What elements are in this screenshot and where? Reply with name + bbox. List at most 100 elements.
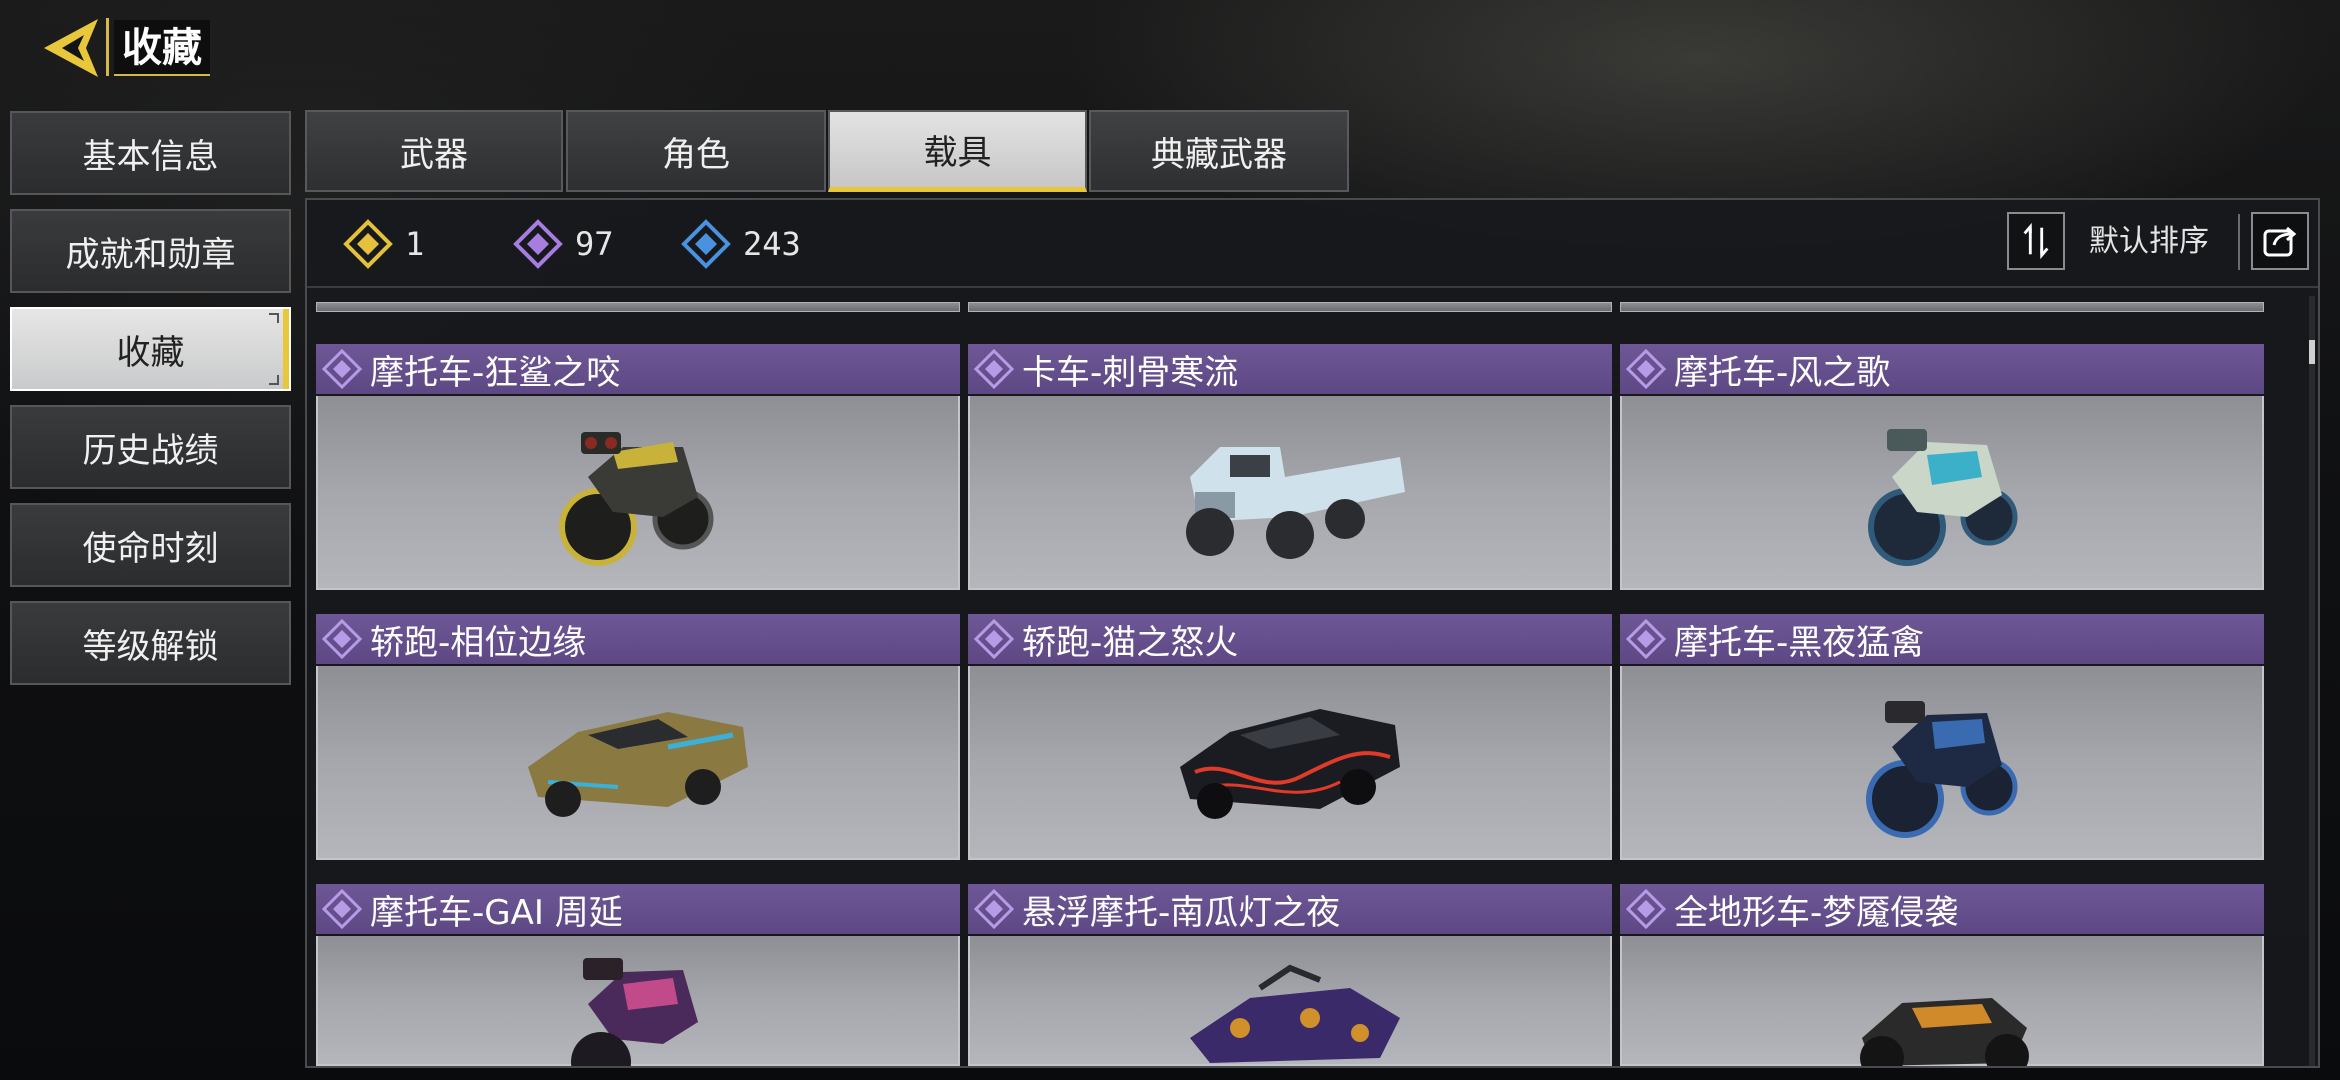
share-icon xyxy=(2263,226,2297,257)
card-header: 摩托车-GAI 周延 xyxy=(316,884,960,934)
rare-counter: 243 xyxy=(681,219,801,269)
sidebar-item-achievements[interactable]: 成就和勋章 xyxy=(10,209,291,293)
vehicle-card[interactable]: 摩托车-GAI 周延 xyxy=(316,884,960,1066)
motorcycle-image xyxy=(571,958,698,1066)
legendary-count: 1 xyxy=(405,225,425,263)
blue-diamond-icon xyxy=(681,219,731,269)
vehicle-name: 摩托车-狂鲨之咬 xyxy=(370,352,621,393)
sidebar-item-mission-moments[interactable]: 使命时刻 xyxy=(10,503,291,587)
vehicle-preview xyxy=(1620,666,2264,860)
vehicle-name: 轿跑-猫之怒火 xyxy=(1022,622,1239,663)
vehicle-name: 轿跑-相位边缘 xyxy=(370,622,587,663)
vehicle-card[interactable]: 轿跑-猫之怒火 xyxy=(968,614,1612,860)
vehicle-card[interactable]: 轿跑-相位边缘 xyxy=(316,614,960,860)
vehicle-card[interactable]: 摩托车-狂鲨之咬 xyxy=(316,344,960,590)
sort-divider xyxy=(2238,214,2240,270)
vehicle-name: 悬浮摩托-南瓜灯之夜 xyxy=(1022,892,1341,933)
vehicle-preview xyxy=(1620,396,2264,590)
rarity-counters-bar: 1 97 243 默认排序 xyxy=(307,200,2318,288)
scrollbar-thumb[interactable] xyxy=(2309,340,2315,364)
epic-rarity-icon xyxy=(974,349,1014,389)
motorcycle-image xyxy=(1866,701,2018,838)
card-header: 全地形车-梦魇侵袭 xyxy=(1620,884,2264,934)
car-image xyxy=(528,712,748,817)
epic-rarity-icon xyxy=(1626,349,1666,389)
vehicle-card[interactable]: 摩托车-黑夜猛禽 xyxy=(1620,614,2264,860)
card-header: 摩托车-黑夜猛禽 xyxy=(1620,614,2264,664)
title-divider xyxy=(106,18,109,76)
epic-count: 97 xyxy=(575,225,614,263)
vehicle-card[interactable]: 悬浮摩托-南瓜灯之夜 xyxy=(968,884,1612,1066)
sidebar-item-basic-info[interactable]: 基本信息 xyxy=(10,111,291,195)
purple-diamond-icon xyxy=(513,219,563,269)
tab-collector-weapons[interactable]: 典藏武器 xyxy=(1089,110,1349,192)
tab-weapons[interactable]: 武器 xyxy=(305,110,563,192)
vehicle-card[interactable]: 摩托车-风之歌 xyxy=(1620,344,2264,590)
sort-arrows-icon xyxy=(2023,222,2049,260)
sidebar-item-history[interactable]: 历史战绩 xyxy=(10,405,291,489)
vehicle-name: 摩托车-GAI 周延 xyxy=(370,892,623,933)
sidebar-item-level-unlock[interactable]: 等级解锁 xyxy=(10,601,291,685)
card-header: 轿跑-猫之怒火 xyxy=(968,614,1612,664)
vehicle-card[interactable]: 卡车-刺骨寒流 xyxy=(968,344,1612,590)
sort-toggle-button[interactable] xyxy=(2007,212,2065,270)
car-image xyxy=(1180,709,1400,819)
corner-bracket xyxy=(269,375,279,385)
back-button[interactable] xyxy=(40,15,102,81)
tab-label: 角色 xyxy=(662,134,730,175)
card-header: 轿跑-相位边缘 xyxy=(316,614,960,664)
tab-label: 载具 xyxy=(923,133,992,173)
epic-rarity-icon xyxy=(1626,889,1666,929)
vehicle-preview xyxy=(968,666,1612,860)
tab-vehicles[interactable]: 载具 xyxy=(828,110,1087,192)
vehicle-preview xyxy=(1620,936,2264,1066)
gold-diamond-icon xyxy=(343,219,393,269)
sidebar-item-label: 成就和勋章 xyxy=(65,234,236,275)
motorcycle-image xyxy=(559,432,714,566)
atv-image xyxy=(1860,998,2029,1066)
vehicle-name: 摩托车-风之歌 xyxy=(1674,352,1891,393)
epic-counter: 97 xyxy=(513,219,614,269)
vehicle-card[interactable]: 全地形车-梦魇侵袭 xyxy=(1620,884,2264,1066)
sidebar-item-label: 收藏 xyxy=(116,332,185,373)
epic-rarity-icon xyxy=(322,619,362,659)
epic-rarity-icon xyxy=(322,349,362,389)
sidebar-item-collection[interactable]: 收藏 xyxy=(10,307,291,391)
legendary-counter: 1 xyxy=(343,219,425,269)
epic-rarity-icon xyxy=(1626,619,1666,659)
previous-row-card-edge xyxy=(316,302,960,312)
vehicle-name: 全地形车-梦魇侵袭 xyxy=(1674,892,1959,933)
sidebar-item-label: 使命时刻 xyxy=(82,528,219,569)
share-button[interactable] xyxy=(2251,212,2309,270)
hoverbike-image xyxy=(1190,964,1400,1063)
collection-panel: 1 97 243 默认排序 摩托车-狂鲨之咬 卡车-刺骨寒流 摩托车-风之歌 轿… xyxy=(305,198,2320,1068)
rare-count: 243 xyxy=(743,225,801,263)
sidebar-item-label: 等级解锁 xyxy=(82,626,219,667)
tab-characters[interactable]: 角色 xyxy=(566,110,826,192)
vehicle-name: 卡车-刺骨寒流 xyxy=(1022,352,1239,393)
card-header: 摩托车-狂鲨之咬 xyxy=(316,344,960,394)
card-header: 悬浮摩托-南瓜灯之夜 xyxy=(968,884,1612,934)
card-header: 卡车-刺骨寒流 xyxy=(968,344,1612,394)
previous-row-card-edge xyxy=(1620,302,2264,312)
page-title: 收藏 xyxy=(114,20,210,76)
scrollbar-track[interactable] xyxy=(2309,296,2315,1066)
motorcycle-image xyxy=(1868,429,2018,566)
epic-rarity-icon xyxy=(322,889,362,929)
corner-bracket xyxy=(269,313,279,323)
back-arrow-icon xyxy=(44,19,98,77)
vehicle-name: 摩托车-黑夜猛禽 xyxy=(1674,622,1925,663)
vehicle-preview xyxy=(968,936,1612,1066)
vehicle-preview xyxy=(316,666,960,860)
epic-rarity-icon xyxy=(974,619,1014,659)
vehicle-preview xyxy=(316,396,960,590)
truck-image xyxy=(1186,447,1405,559)
card-header: 摩托车-风之歌 xyxy=(1620,344,2264,394)
sort-label[interactable]: 默认排序 xyxy=(2089,220,2209,264)
tab-label: 典藏武器 xyxy=(1151,134,1287,175)
vehicle-preview xyxy=(968,396,1612,590)
epic-rarity-icon xyxy=(974,889,1014,929)
sidebar-item-label: 基本信息 xyxy=(82,136,219,177)
previous-row-card-edge xyxy=(968,302,1612,312)
vehicle-preview xyxy=(316,936,960,1066)
